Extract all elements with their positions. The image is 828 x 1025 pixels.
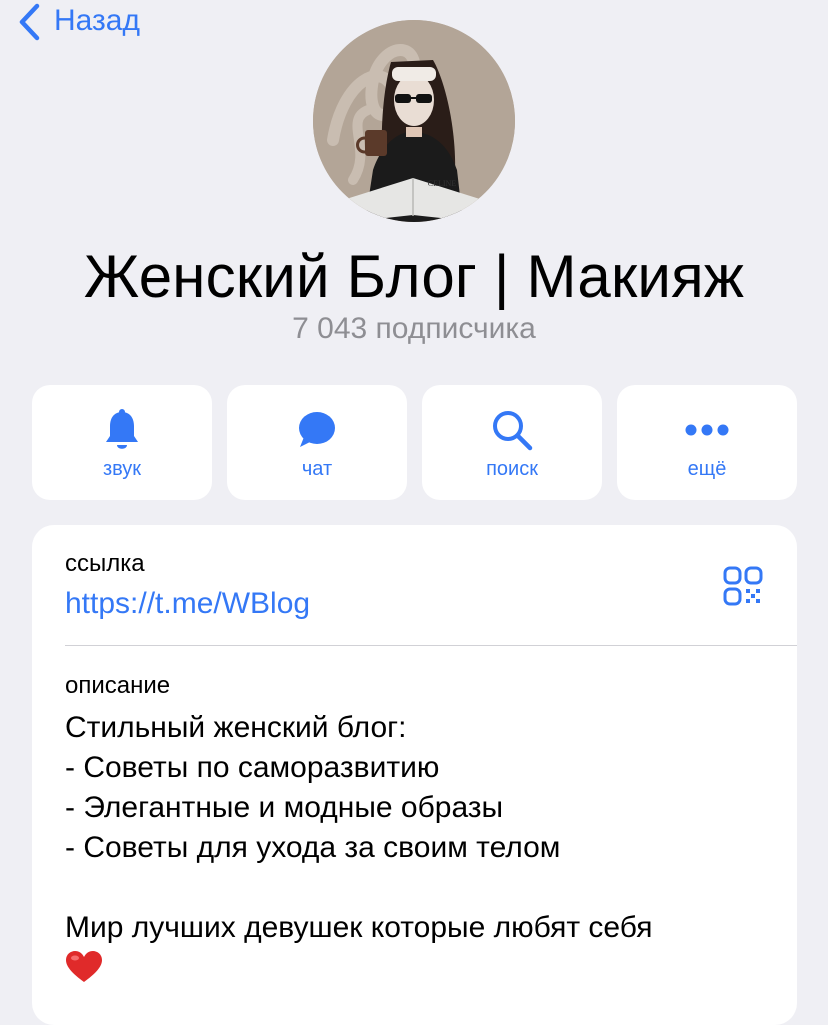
chat-label: чат (301, 458, 333, 480)
sound-label: звук (102, 458, 142, 480)
avatar-logo-text: CELINE (428, 179, 457, 188)
more-label: ещё (687, 458, 727, 480)
chat-button[interactable]: чат (227, 385, 407, 500)
description-footer: Мир лучших девушек которые любят себя (65, 911, 653, 944)
bell-icon (32, 407, 212, 453)
subscriber-count: 7 043 подписчика (292, 312, 536, 345)
back-button[interactable]: Назад (14, 0, 140, 44)
action-buttons: звук чат поиск ещё (32, 385, 797, 500)
link-label: ссылка (65, 550, 145, 577)
channel-title: Женский Блог | Макияж (83, 243, 745, 310)
description-line: - Советы по саморазвитию (65, 751, 440, 784)
description-line: - Элегантные и модные образы (65, 791, 504, 824)
divider (65, 645, 797, 646)
channel-info-card: ссылка https://t.me/WBlog описание Стиль… (32, 525, 797, 1025)
search-button[interactable]: поиск (422, 385, 602, 500)
chat-bubble-icon (227, 407, 407, 453)
description-line: - Советы для ухода за своим телом (65, 831, 561, 864)
more-button[interactable]: ещё (617, 385, 797, 500)
qr-code-icon[interactable] (722, 565, 766, 609)
chevron-left-icon (14, 0, 44, 44)
description-text: Стильный женский блог: - Советы по самор… (65, 708, 765, 995)
sound-button[interactable]: звук (32, 385, 212, 500)
more-dots-icon (617, 407, 797, 453)
channel-avatar[interactable]: CELINE (313, 20, 515, 222)
description-line: Стильный женский блог: (65, 711, 407, 744)
back-label: Назад (54, 4, 140, 37)
search-icon (422, 407, 602, 453)
description-label: описание (65, 672, 171, 699)
search-label: поиск (486, 458, 538, 480)
heart-emoji-icon (65, 950, 103, 995)
channel-link[interactable]: https://t.me/WBlog (65, 587, 310, 621)
